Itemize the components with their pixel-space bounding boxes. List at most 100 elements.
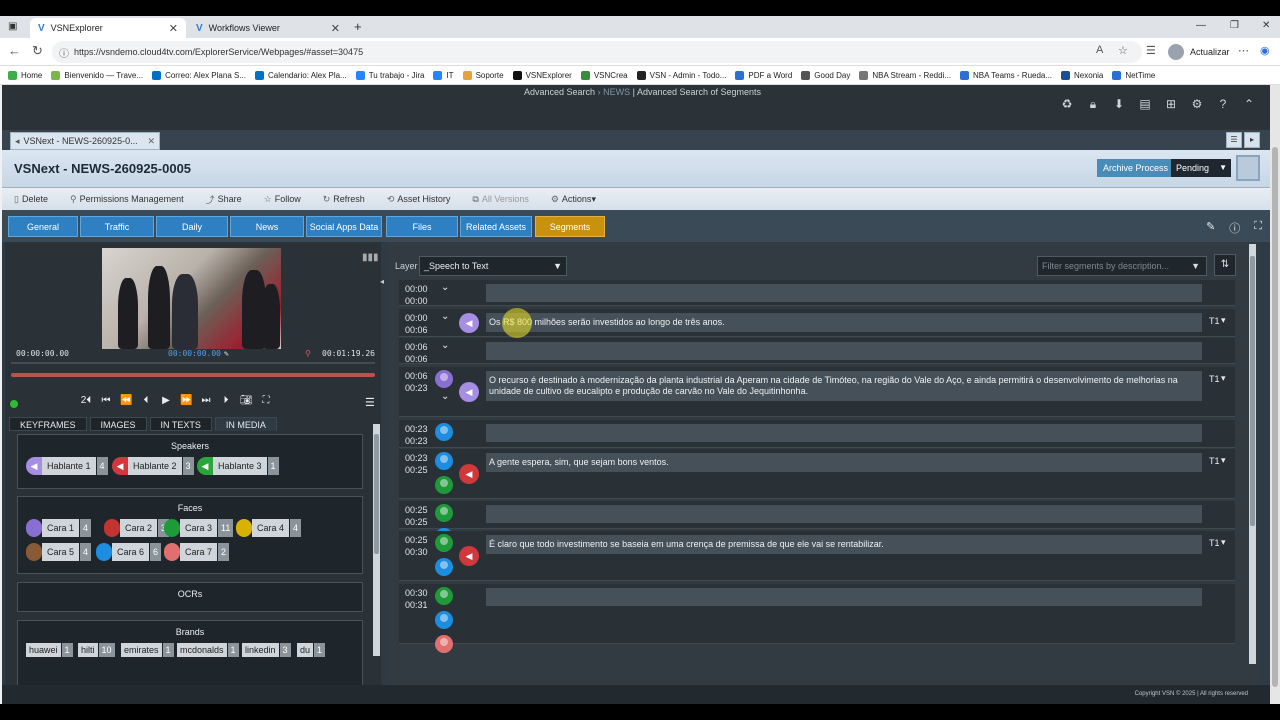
- scroll-thumb[interactable]: [1272, 147, 1278, 687]
- more-icon[interactable]: ⋯: [1238, 44, 1249, 57]
- step-back-icon[interactable]: ⏴: [140, 395, 152, 406]
- collapse-up-icon[interactable]: ⌃: [1242, 97, 1256, 112]
- segment-row[interactable]: 00:30 00:31: [399, 584, 1235, 653]
- fast-forward-icon[interactable]: ⏩: [180, 395, 192, 406]
- segment-track-label[interactable]: T1: [1209, 456, 1220, 466]
- close-tab-icon[interactable]: ✕: [169, 22, 178, 35]
- speaker-chip[interactable]: ◀ Hablante 31: [197, 457, 279, 475]
- segment-track-label[interactable]: T1: [1209, 374, 1220, 384]
- layer-select[interactable]: _Speech to Text ▼: [419, 256, 567, 276]
- segment-row[interactable]: 00:23 00:25 ◀ A gente espera, sim, que seja…: [399, 449, 1235, 499]
- subtab-images[interactable]: IMAGES: [89, 417, 147, 431]
- archive-icon[interactable]: ▤: [1138, 97, 1152, 112]
- bookmark-item[interactable]: PDF a Word: [735, 70, 792, 80]
- segment-text[interactable]: [486, 588, 1202, 606]
- scroll-thumb[interactable]: [374, 434, 379, 554]
- segment-row[interactable]: 00:06 00:06 ⌄: [399, 338, 1235, 364]
- face-chip[interactable]: Cara 72: [164, 543, 230, 561]
- subtab-in-texts[interactable]: IN TEXTS: [149, 417, 212, 431]
- tab-scroll-right-icon[interactable]: ▸: [1244, 132, 1260, 148]
- tab-files[interactable]: Files: [386, 216, 458, 237]
- segment-text[interactable]: Os R$ 800 milhões serão investidos ao lo…: [486, 313, 1202, 332]
- restore-icon[interactable]: ❐: [1230, 20, 1239, 31]
- tab-traffic[interactable]: Traffic: [80, 216, 154, 237]
- tab-general[interactable]: General: [8, 216, 78, 237]
- window-scrollbar[interactable]: [1270, 85, 1280, 704]
- video-frame[interactable]: [102, 248, 281, 349]
- bookmark-item[interactable]: Correo: Alex Plana S...: [152, 70, 246, 80]
- play-icon[interactable]: ▶: [160, 395, 172, 406]
- bookmark-item[interactable]: Nexonia: [1061, 70, 1103, 80]
- archive-process-button[interactable]: Archive Process: [1097, 159, 1175, 177]
- segment-text[interactable]: [486, 342, 1202, 360]
- reload-icon[interactable]: ↻: [32, 43, 43, 59]
- step-forward-icon[interactable]: ⏵: [220, 395, 232, 406]
- bookmark-item[interactable]: NBA Stream - Reddi...: [859, 70, 951, 80]
- bookmark-item[interactable]: Tu trabajo - Jira: [355, 70, 424, 80]
- read-aloud-icon[interactable]: A: [1096, 44, 1103, 56]
- segment-row[interactable]: 00:00 00:00 ⌄: [399, 280, 1235, 306]
- subtab-keyframes[interactable]: KEYFRAMES: [9, 417, 87, 431]
- speaker-chip[interactable]: ◀ Hablante 23: [112, 457, 194, 475]
- action-delete[interactable]: ▯ Delete: [14, 194, 48, 205]
- brand-chip[interactable]: emirates 1: [121, 643, 174, 657]
- bookmark-item[interactable]: Calendario: Alex Pla...: [255, 70, 347, 80]
- settings-icon[interactable]: ⚙: [1190, 97, 1204, 112]
- tab-actions-icon[interactable]: ▣: [8, 21, 17, 32]
- fast-rewind-icon[interactable]: ⏪: [120, 395, 132, 406]
- update-button[interactable]: Actualizar: [1166, 42, 1238, 62]
- tab-social-apps-data[interactable]: Social Apps Data: [306, 216, 382, 237]
- left-scrollbar[interactable]: [373, 424, 380, 656]
- face-chip[interactable]: Cara 14: [26, 519, 92, 537]
- favorite-icon[interactable]: ☆: [1118, 44, 1128, 57]
- breadcrumb-advanced-search[interactable]: Advanced Search: [524, 87, 595, 97]
- next-mark-icon[interactable]: ⏭: [200, 395, 212, 406]
- segment-row[interactable]: 00:23 00:23: [399, 420, 1235, 448]
- segment-row[interactable]: 00:06 00:23 ⌄ ◀ O recurso é destinado à mode…: [399, 367, 1235, 417]
- status-select[interactable]: Pending ▼: [1171, 159, 1231, 177]
- tab-list-icon[interactable]: ☰: [1226, 132, 1242, 148]
- segment-text[interactable]: [486, 424, 1202, 442]
- rewind-2x-icon[interactable]: 2⏴: [80, 395, 92, 406]
- asset-tab[interactable]: ◂ VSNext - NEWS-260925-0... ✕: [10, 132, 160, 150]
- expand-icon[interactable]: ⛶: [260, 395, 272, 406]
- tab-segments[interactable]: Segments: [535, 216, 605, 237]
- profile-avatar[interactable]: [1168, 44, 1184, 60]
- segment-text[interactable]: A gente espera, sim, que sejam bons vent…: [486, 453, 1202, 472]
- lock-icon[interactable]: 🔒︎: [1086, 97, 1100, 112]
- face-chip[interactable]: Cara 44: [236, 519, 302, 537]
- segment-text[interactable]: É claro que todo investimento se baseia …: [486, 535, 1202, 554]
- brand-chip[interactable]: linkedin 3: [242, 643, 291, 657]
- segment-text[interactable]: [486, 505, 1202, 523]
- new-tab-button[interactable]: +: [354, 19, 362, 34]
- help-icon[interactable]: ?: [1216, 97, 1230, 112]
- action-follow[interactable]: ☆ Follow: [264, 194, 301, 205]
- close-tab-icon[interactable]: ✕: [331, 22, 340, 35]
- tab-news[interactable]: News: [230, 216, 304, 237]
- copilot-icon[interactable]: ◉: [1260, 44, 1270, 57]
- chevron-down-icon[interactable]: ⌄: [441, 282, 449, 293]
- zoom-icon[interactable]: ⚲: [305, 349, 311, 358]
- sort-icon[interactable]: ⇅: [1214, 254, 1236, 276]
- bookmark-item[interactable]: NetTime: [1112, 70, 1155, 80]
- timeline-bar[interactable]: [11, 373, 375, 377]
- face-chip[interactable]: Cara 23: [104, 519, 170, 537]
- bookmark-item[interactable]: VSN - Admin - Todo...: [636, 70, 726, 80]
- action-refresh[interactable]: ↻ Refresh: [323, 194, 365, 205]
- bookmark-item[interactable]: NBA Teams - Rueda...: [960, 70, 1052, 80]
- close-window-icon[interactable]: ✕: [1262, 20, 1270, 31]
- browser-tab-vsnexplorer[interactable]: V VSNExplorer ✕: [30, 18, 186, 38]
- chevron-down-icon[interactable]: ⌄: [441, 340, 449, 351]
- site-info-icon[interactable]: ⓘ: [59, 45, 69, 60]
- breadcrumb-news[interactable]: NEWS: [603, 87, 630, 97]
- action-permissions-management[interactable]: ⚲ Permissions Management: [70, 194, 184, 205]
- segment-track-label[interactable]: T1: [1209, 538, 1220, 548]
- player-menu-icon[interactable]: ☰: [365, 396, 375, 409]
- segment-row[interactable]: 00:25 00:30 ◀ É claro que todo investimento…: [399, 531, 1235, 581]
- face-chip[interactable]: Cara 66: [96, 543, 162, 561]
- brand-chip[interactable]: hilti 10: [78, 643, 115, 657]
- download-icon[interactable]: ⬇: [1112, 97, 1126, 112]
- face-chip[interactable]: Cara 54: [26, 543, 92, 561]
- bookmark-item[interactable]: Bienvenido — Trave...: [51, 70, 143, 80]
- segment-row[interactable]: 00:25 00:25: [399, 501, 1235, 546]
